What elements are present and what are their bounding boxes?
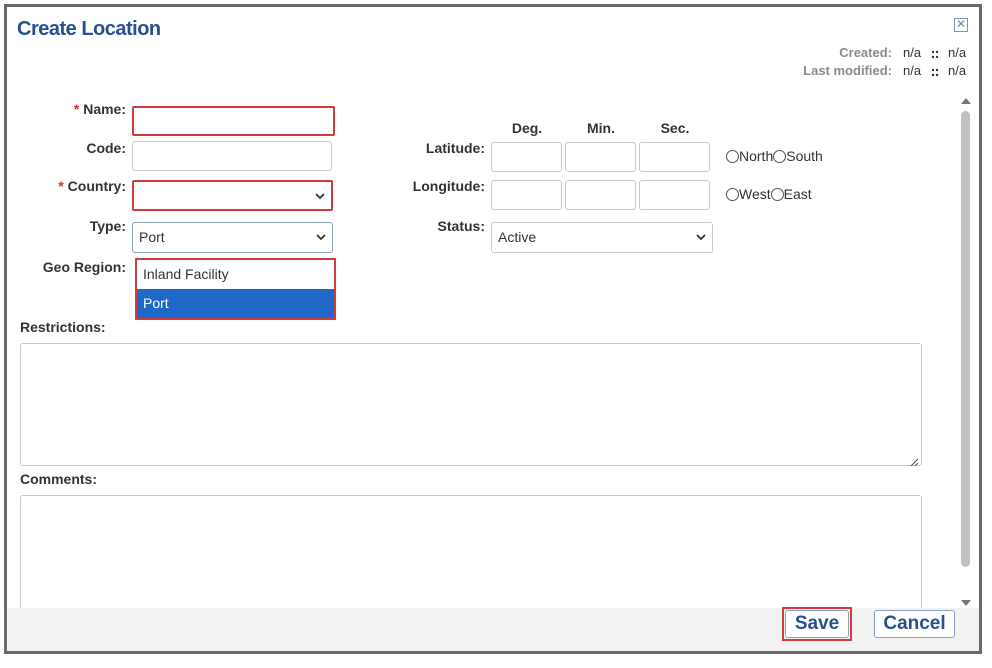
type-dropdown-list: Inland Facility Port (135, 258, 336, 320)
modified-value-2: n/a (948, 63, 967, 78)
created-value-1: n/a (903, 45, 922, 60)
scroll-down-icon[interactable] (961, 594, 971, 606)
longitude-label: Longitude: (412, 178, 485, 194)
scroll-up-icon[interactable] (961, 92, 971, 104)
country-label: * Country: (58, 178, 126, 194)
longitude-hemisphere-radios: West East (726, 186, 812, 202)
sec-header: Sec. (660, 120, 690, 136)
status-select-value: Active (498, 229, 537, 245)
required-marker: * (73, 101, 80, 117)
restrictions-textarea[interactable] (20, 343, 922, 467)
modified-meta: Last modified: (7, 63, 892, 79)
longitude-min-input[interactable] (565, 180, 636, 210)
south-radio[interactable] (773, 150, 787, 163)
type-select[interactable]: Port (132, 222, 333, 253)
chevron-down-icon (316, 233, 326, 241)
type-select-value: Port (139, 229, 165, 245)
east-radio[interactable] (770, 188, 784, 201)
latitude-label: Latitude: (425, 140, 485, 156)
comments-textarea[interactable] (20, 495, 922, 609)
latitude-deg-input[interactable] (491, 142, 562, 172)
name-label: * Name: (73, 101, 126, 117)
meta-separator-icon (931, 50, 939, 60)
min-header: Min. (587, 120, 615, 136)
created-value-2: n/a (948, 45, 967, 60)
west-radio[interactable] (726, 188, 739, 201)
modified-label: Last modified: (803, 63, 892, 78)
latitude-min-input[interactable] (565, 142, 636, 172)
comments-label: Comments: (20, 471, 98, 487)
created-label: Created: (839, 45, 892, 60)
scrollbar-thumb[interactable] (961, 111, 970, 567)
required-marker: * (58, 178, 64, 194)
west-label: West (739, 186, 771, 202)
longitude-deg-input[interactable] (491, 180, 562, 210)
type-option-inland-facility[interactable]: Inland Facility (137, 260, 334, 289)
country-select[interactable] (132, 180, 333, 211)
south-label: South (786, 148, 823, 164)
type-option-port[interactable]: Port (137, 289, 334, 318)
code-label: Code: (86, 140, 126, 156)
latitude-sec-input[interactable] (639, 142, 710, 172)
resize-handle-icon[interactable] (910, 454, 919, 467)
dialog-title: Create Location (17, 18, 161, 40)
geo-region-label: Geo Region: (42, 259, 126, 275)
created-meta: Created: (7, 45, 892, 61)
latitude-hemisphere-radios: North South (726, 148, 823, 164)
code-input[interactable] (132, 141, 332, 171)
name-input[interactable] (132, 106, 335, 136)
restrictions-label: Restrictions: (20, 319, 106, 335)
close-icon[interactable]: ✕ (954, 18, 968, 32)
chevron-down-icon (315, 192, 325, 200)
north-radio[interactable] (726, 150, 739, 163)
save-button[interactable]: Save (785, 610, 849, 638)
deg-header: Deg. (511, 120, 543, 136)
chevron-down-icon (696, 233, 706, 241)
create-location-dialog: Create Location ✕ Created: n/a n/a Last … (4, 4, 982, 654)
vertical-scrollbar[interactable] (957, 89, 974, 606)
east-label: East (783, 186, 812, 202)
type-label: Type: (89, 218, 126, 234)
longitude-sec-input[interactable] (639, 180, 710, 210)
status-label: Status: (437, 218, 485, 234)
status-select[interactable]: Active (491, 222, 713, 253)
meta-separator-icon (931, 68, 939, 78)
north-label: North (739, 148, 774, 164)
modified-value-1: n/a (903, 63, 922, 78)
cancel-button[interactable]: Cancel (874, 610, 955, 638)
